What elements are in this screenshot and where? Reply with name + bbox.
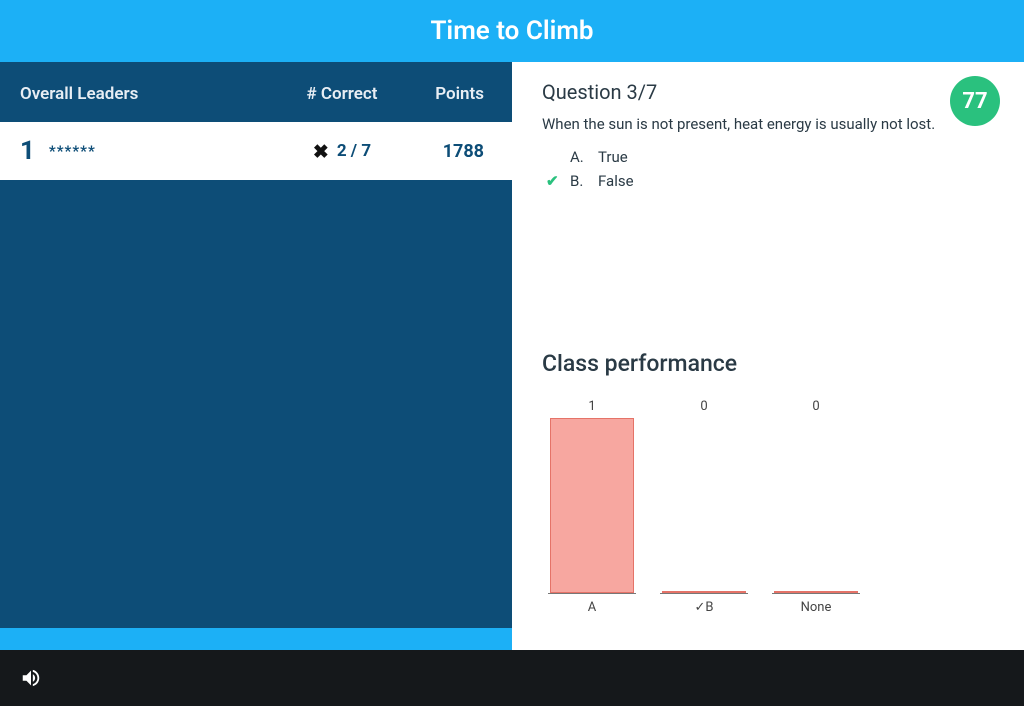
leaderboard-col-name: Overall Leaders: [20, 84, 282, 104]
chart-value: 0: [812, 399, 819, 414]
incorrect-icon: ✖: [313, 140, 329, 163]
chart-axis-tick: [772, 593, 860, 594]
chart-bar: [550, 418, 634, 593]
leaderboard-panel: Overall Leaders # Correct Points 1 *****…: [0, 62, 512, 650]
option-letter: B.: [570, 172, 590, 190]
score-badge: 77: [950, 76, 1000, 126]
performance-chart: 1 A 0 ✓B 0 None: [542, 395, 994, 615]
option-text: True: [598, 148, 628, 166]
footer-bar: [0, 650, 1024, 706]
leaderboard-header: Overall Leaders # Correct Points: [0, 62, 512, 122]
chart-col-a: 1 A: [548, 399, 636, 615]
chart-label: None: [801, 600, 832, 615]
leaderboard-correct: ✖ 2 / 7: [282, 140, 402, 163]
question-text: When the sun is not present, heat energy…: [542, 114, 942, 134]
leaderboard-spacer: [0, 180, 512, 628]
option-letter: A.: [570, 148, 590, 166]
progress-bar: [0, 628, 512, 650]
leaderboard-points: 1788: [402, 141, 492, 162]
leaderboard-col-correct: # Correct: [282, 84, 402, 104]
chart-value: 1: [588, 399, 595, 414]
option-text: False: [598, 172, 634, 190]
question-option-b: ✔ B. False: [546, 172, 994, 190]
question-label: Question 3/7: [542, 80, 994, 104]
chart-label: A: [588, 600, 596, 615]
leaderboard-player-name: ******: [49, 142, 282, 160]
chart-col-b: 0 ✓B: [660, 399, 748, 615]
progress-track: [0, 628, 512, 650]
chart-axis-tick: [548, 593, 636, 594]
check-icon: ✔: [546, 172, 562, 190]
page-title: Time to Climb: [430, 16, 593, 46]
chart-label: ✓B: [695, 600, 714, 615]
leaderboard-row[interactable]: 1 ****** ✖ 2 / 7 1788: [0, 122, 512, 180]
app-header: Time to Climb: [0, 0, 1024, 62]
question-panel: 77 Question 3/7 When the sun is not pres…: [512, 62, 1024, 650]
leaderboard-correct-value: 2 / 7: [337, 141, 371, 161]
main-content: Overall Leaders # Correct Points 1 *****…: [0, 62, 1024, 650]
speaker-icon[interactable]: [20, 667, 42, 689]
chart-axis-tick: [660, 593, 748, 594]
leaderboard-rank: 1: [20, 136, 35, 166]
chart-col-none: 0 None: [772, 399, 860, 615]
chart-value: 0: [700, 399, 707, 414]
performance-title: Class performance: [542, 350, 994, 377]
question-options: A. True ✔ B. False: [542, 148, 994, 190]
leaderboard-col-points: Points: [402, 84, 492, 104]
question-option-a: A. True: [546, 148, 994, 166]
